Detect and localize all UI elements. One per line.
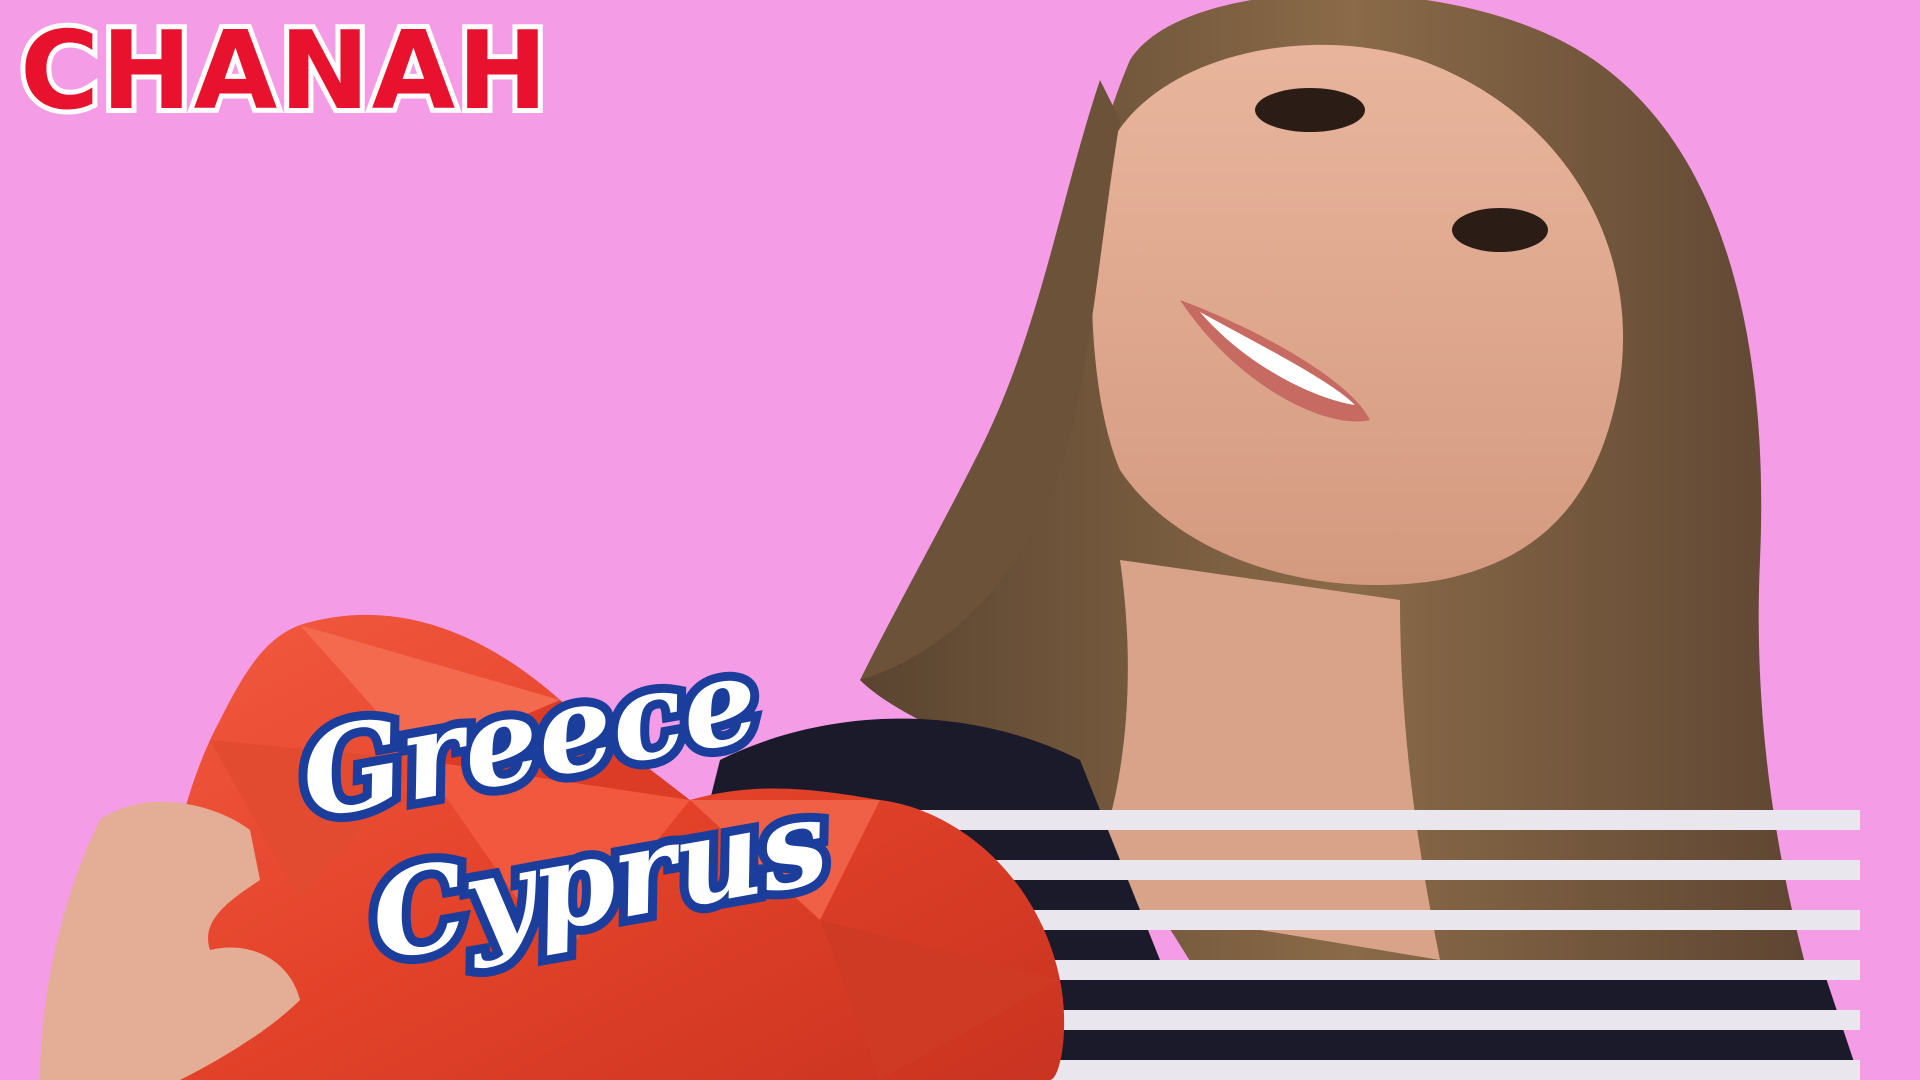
right-eye (1452, 208, 1548, 252)
channel-title: CHANAH (15, 4, 553, 139)
scene-illustration: CHANAH Greece Cyprus (0, 0, 1920, 1080)
left-eye (1255, 88, 1365, 132)
video-frame: CHANAH Greece Cyprus (0, 0, 1920, 1080)
title-text: CHANAH (20, 9, 550, 134)
